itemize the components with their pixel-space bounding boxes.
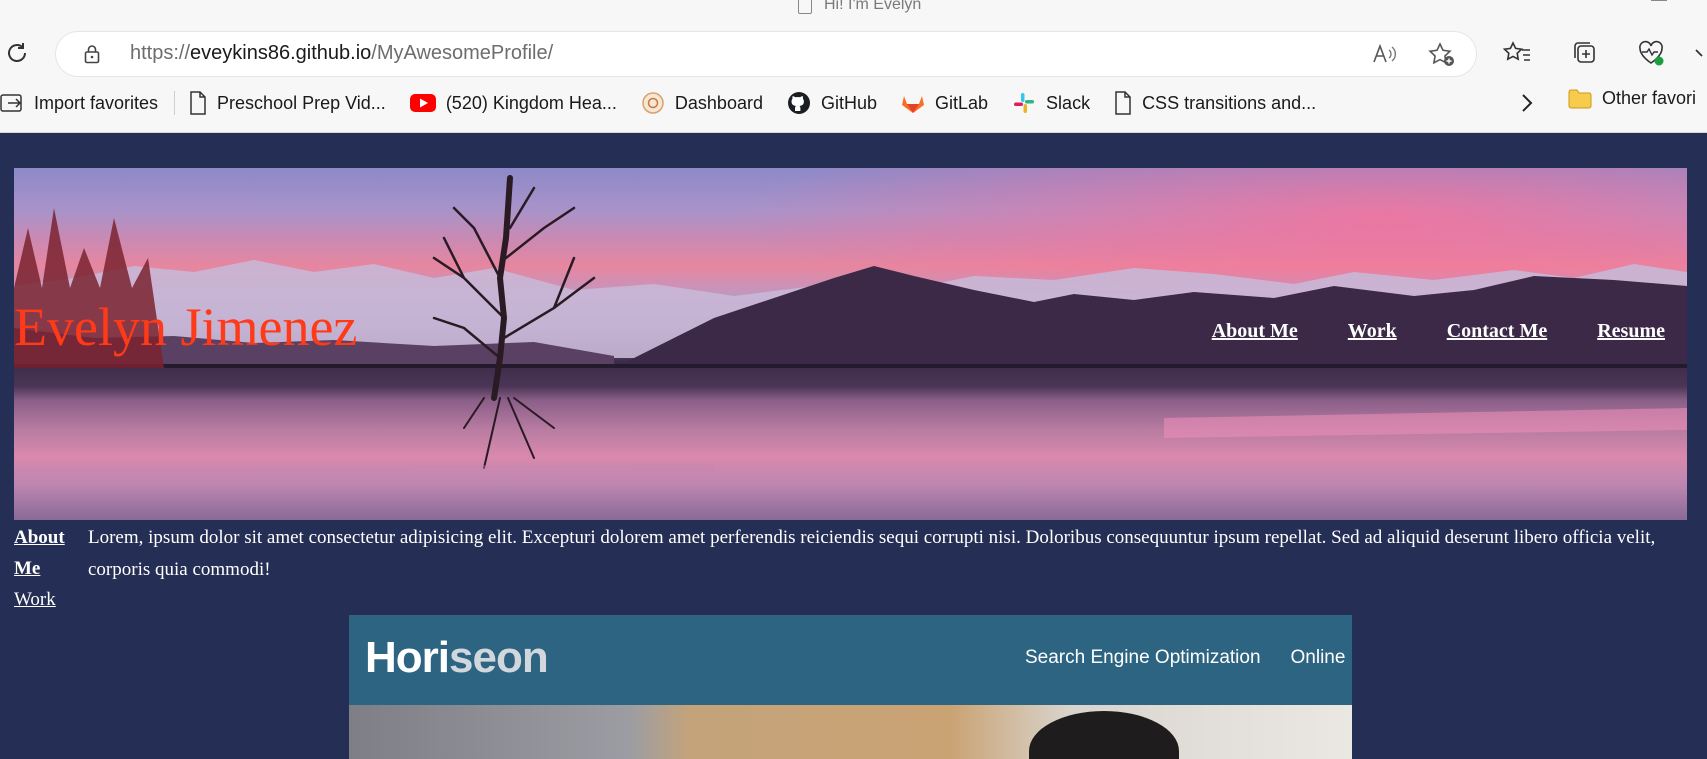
url-text[interactable]: https://eveykins86.github.io/MyAwesomePr… <box>130 42 553 65</box>
work-preview-nav: Search Engine Optimization Online Re <box>1025 647 1352 669</box>
bookmark-github[interactable]: GitHub <box>787 91 877 115</box>
bookmark-label: GitLab <box>935 92 989 113</box>
url-host: eveykins86.github.io <box>190 42 372 64</box>
bookmark-slack[interactable]: Slack <box>1012 91 1090 115</box>
hero-banner: Evelyn Jimenez About Me Work Contact Me … <box>14 168 1687 520</box>
youtube-icon <box>409 94 436 112</box>
work-nav-item: Search Engine Optimization <box>1025 647 1261 668</box>
minimize-icon[interactable] <box>1651 0 1667 1</box>
photo-person <box>1029 711 1179 759</box>
work-preview-photo <box>349 705 1352 759</box>
other-favorites[interactable]: Other favori <box>1568 88 1696 109</box>
nav-resume[interactable]: Resume <box>1597 320 1665 343</box>
horiseon-logo: Horiseon <box>365 633 549 683</box>
address-bar[interactable]: https://eveykins86.github.io/MyAwesomePr… <box>56 32 1476 76</box>
side-nav-about-me[interactable]: About Me <box>14 522 74 584</box>
lock-icon[interactable] <box>84 44 100 64</box>
other-favorites-label: Other favori <box>1602 88 1697 108</box>
add-favorite-icon[interactable] <box>1428 42 1456 68</box>
bookmark-label: Dashboard <box>674 92 763 113</box>
bookmark-divider <box>174 91 176 115</box>
read-aloud-icon[interactable] <box>1372 42 1398 66</box>
site-owner-name: Evelyn Jimenez <box>14 297 358 357</box>
github-icon <box>787 92 810 114</box>
folder-icon <box>1568 89 1592 108</box>
nav-contact-me[interactable]: Contact Me <box>1447 320 1548 343</box>
bookmark-label: (520) Kingdom Hea... <box>445 92 617 113</box>
bookmark-label: GitHub <box>820 92 877 113</box>
collections-icon[interactable] <box>1570 38 1600 68</box>
bookmarks-bar: Import favorites Preschool Prep Vid... (… <box>0 86 1707 120</box>
work-nav-item: Online Re <box>1290 647 1352 668</box>
bookmark-label: Slack <box>1046 92 1091 113</box>
url-path: /MyAwesomeProfile/ <box>371 42 554 64</box>
tab-page-icon <box>798 0 812 14</box>
bookmark-gitlab[interactable]: GitLab <box>901 92 988 114</box>
import-icon <box>0 94 22 112</box>
work-preview-banner: Horiseon Search Engine Optimization Onli… <box>349 615 1352 705</box>
bookmark-label: CSS transitions and... <box>1142 92 1317 113</box>
page-icon <box>1115 91 1131 115</box>
about-paragraph: Lorem, ipsum dolor sit amet consectetur … <box>88 527 1656 580</box>
chevron-right-icon[interactable] <box>1520 92 1534 114</box>
bookmark-import-favorites[interactable]: Import favorites <box>0 92 158 114</box>
bookmark-css-transitions[interactable]: CSS transitions and... <box>1114 91 1316 115</box>
header-nav: About Me Work Contact Me Resume <box>1212 320 1665 343</box>
bookmark-dashboard[interactable]: Dashboard <box>641 91 763 115</box>
page-icon <box>190 91 206 115</box>
bookmark-label: Import favorites <box>34 92 159 113</box>
reload-icon[interactable] <box>4 40 30 66</box>
tab-title[interactable]: Hi! I'm Evelyn <box>798 0 921 14</box>
side-nav-work[interactable]: Work <box>14 584 74 615</box>
bookmark-kingdom[interactable]: (520) Kingdom Hea... <box>409 92 617 114</box>
browser-essentials-icon[interactable] <box>1636 38 1666 68</box>
more-icon[interactable] <box>1694 38 1707 68</box>
browser-chrome: Hi! I'm Evelyn https://eveykins86.github… <box>0 0 1707 133</box>
work-preview-horiseon[interactable]: Horiseon Search Engine Optimization Onli… <box>349 615 1352 759</box>
side-nav: About Me Work <box>14 522 74 615</box>
url-scheme: https:// <box>130 42 191 64</box>
dashboard-icon <box>642 92 664 114</box>
slack-icon <box>1014 93 1035 113</box>
logo-part-2: seon <box>449 633 549 682</box>
gitlab-icon <box>902 96 924 113</box>
bookmark-label: Preschool Prep Vid... <box>217 92 386 113</box>
logo-part-1: Hori <box>365 633 450 682</box>
nav-about-me[interactable]: About Me <box>1212 320 1298 343</box>
bookmark-preschool[interactable]: Preschool Prep Vid... <box>189 91 386 115</box>
favorites-icon[interactable] <box>1502 38 1532 68</box>
tab-title-text: Hi! I'm Evelyn <box>824 0 922 13</box>
nav-work[interactable]: Work <box>1348 320 1397 343</box>
